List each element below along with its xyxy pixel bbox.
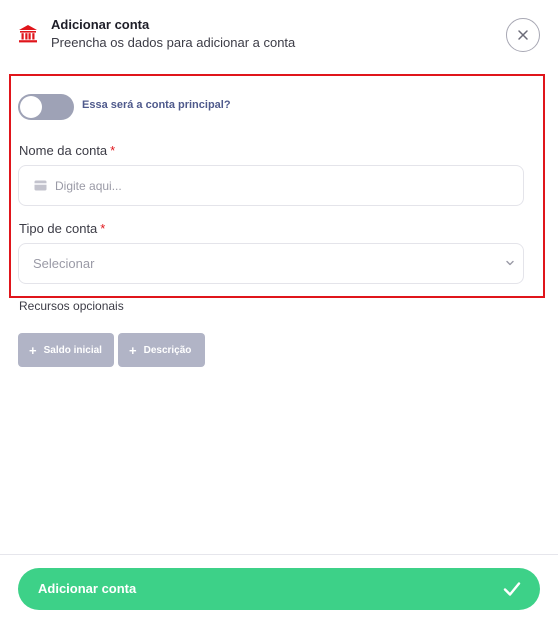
account-name-label-text: Nome da conta bbox=[19, 143, 108, 158]
add-initial-balance-button[interactable]: + Saldo inicial bbox=[18, 333, 114, 367]
submit-button-label: Adicionar conta bbox=[38, 581, 137, 596]
account-name-label: Nome da conta * bbox=[19, 143, 115, 158]
account-type-label-text: Tipo de conta bbox=[19, 221, 98, 236]
check-icon bbox=[503, 582, 521, 596]
dialog-subtitle: Preencha os dados para adicionar a conta bbox=[51, 35, 296, 50]
dialog-header: Adicionar conta Preencha os dados para a… bbox=[0, 0, 558, 68]
close-icon bbox=[518, 30, 528, 40]
required-mark: * bbox=[110, 143, 116, 158]
dialog-title: Adicionar conta bbox=[51, 17, 150, 32]
account-type-label: Tipo de conta * bbox=[19, 221, 105, 236]
account-name-field[interactable] bbox=[18, 165, 524, 206]
optional-features-label: Recursos opcionais bbox=[19, 299, 124, 313]
bank-icon bbox=[19, 25, 37, 43]
plus-icon: + bbox=[129, 342, 137, 358]
toggle-knob bbox=[20, 96, 42, 118]
add-description-button[interactable]: + Descrição bbox=[118, 333, 205, 367]
close-button[interactable] bbox=[506, 18, 540, 52]
submit-button[interactable]: Adicionar conta bbox=[18, 568, 540, 610]
main-account-toggle-label: Essa será a conta principal? bbox=[82, 99, 231, 111]
card-icon bbox=[34, 180, 47, 191]
account-type-selected-value: Selecionar bbox=[33, 256, 95, 271]
add-description-label: Descrição bbox=[143, 344, 192, 356]
account-type-select[interactable]: Selecionar bbox=[18, 243, 524, 284]
add-initial-balance-label: Saldo inicial bbox=[43, 344, 102, 356]
plus-icon: + bbox=[29, 342, 37, 358]
chevron-down-icon bbox=[506, 260, 514, 266]
main-account-toggle[interactable] bbox=[18, 94, 74, 120]
footer-divider bbox=[0, 554, 558, 555]
account-name-input[interactable] bbox=[55, 166, 515, 205]
required-mark: * bbox=[100, 221, 106, 236]
